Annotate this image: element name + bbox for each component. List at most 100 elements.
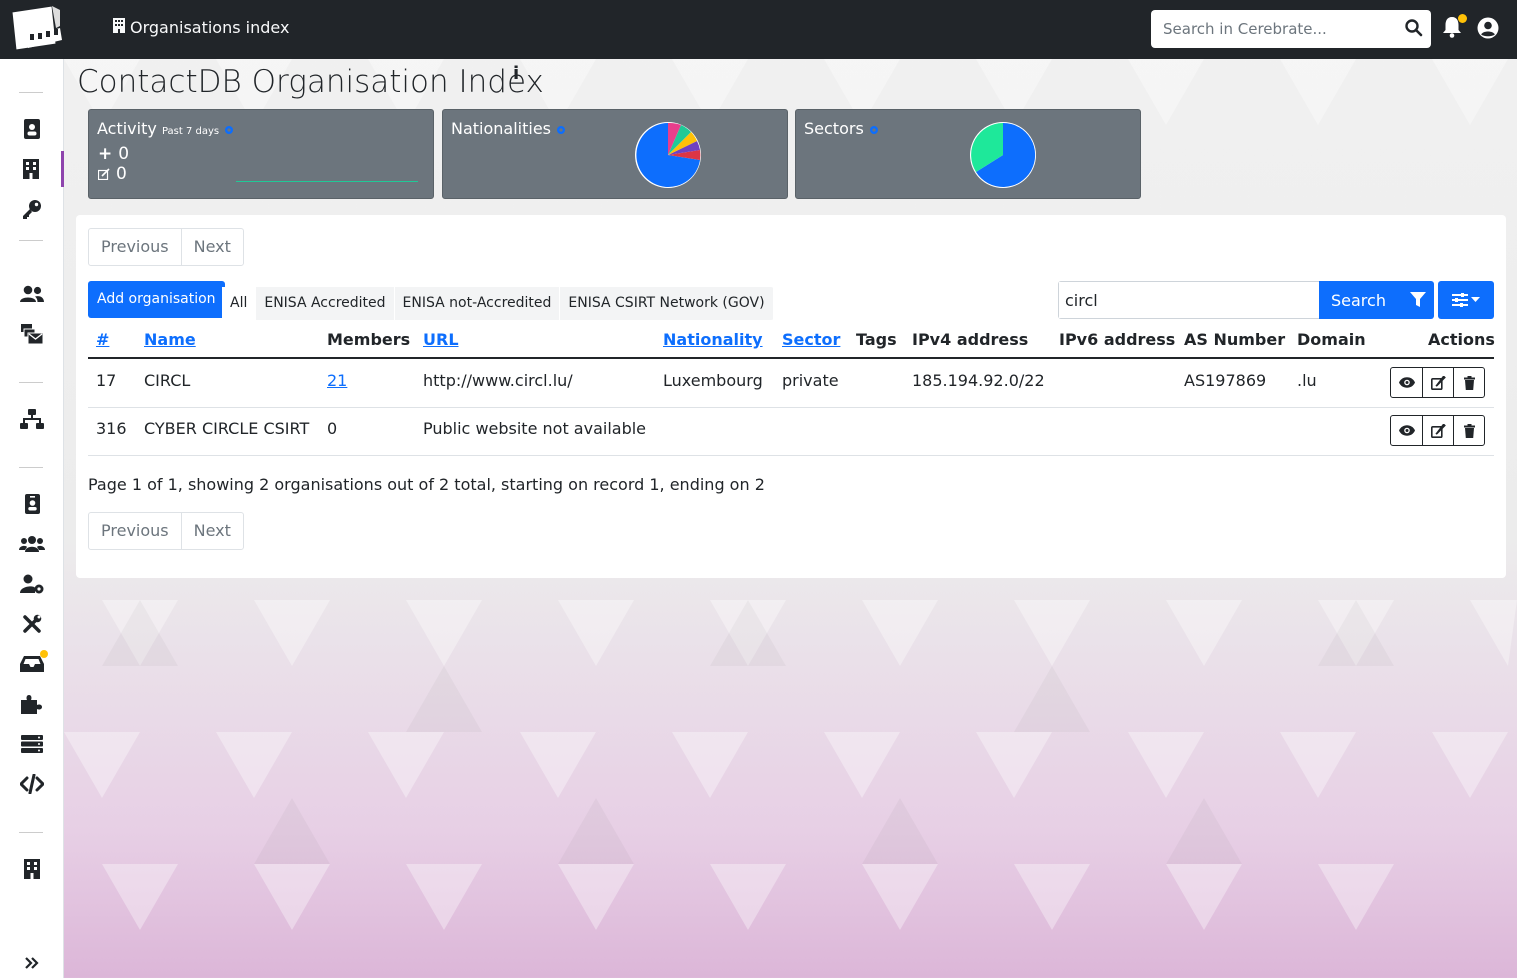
cell-as-number: AS197869 bbox=[1184, 371, 1267, 390]
delete-button[interactable] bbox=[1453, 416, 1484, 445]
cell-url: http://www.circl.lu/ bbox=[423, 371, 573, 390]
filter-icon bbox=[1409, 292, 1426, 307]
add-organisation-button[interactable]: Add organisation bbox=[88, 281, 225, 318]
column-header-members: Members bbox=[327, 330, 411, 349]
cell-members-link[interactable]: 21 bbox=[327, 371, 347, 390]
edit-button[interactable] bbox=[1422, 416, 1453, 445]
search-button[interactable]: Search bbox=[1319, 281, 1434, 319]
view-button[interactable] bbox=[1391, 368, 1422, 397]
top-navbar: Organisations index bbox=[0, 0, 1517, 59]
table-settings-dropdown[interactable] bbox=[1438, 281, 1494, 319]
previous-button[interactable]: Previous bbox=[89, 229, 181, 265]
delete-button[interactable] bbox=[1453, 368, 1484, 397]
table-search-input[interactable] bbox=[1059, 282, 1319, 318]
sidebar-separator bbox=[19, 92, 43, 93]
key-icon bbox=[23, 200, 41, 219]
tools-icon bbox=[23, 614, 42, 633]
organisations-panel: Previous Next Add organisation All ENISA… bbox=[76, 215, 1506, 578]
user-circle-icon[interactable] bbox=[1477, 17, 1499, 43]
next-button[interactable]: Next bbox=[180, 513, 243, 549]
sidebar-expand-toggle[interactable] bbox=[0, 945, 64, 978]
pagination-top: Previous Next bbox=[88, 228, 244, 266]
column-header-ipv6: IPv6 address bbox=[1059, 330, 1176, 349]
edit-button[interactable] bbox=[1422, 368, 1453, 397]
cell-id: 17 bbox=[96, 371, 117, 390]
sidebar-item-user-settings[interactable] bbox=[0, 566, 64, 602]
sidebar-item-api[interactable] bbox=[0, 766, 64, 802]
inbox-notification-dot bbox=[40, 650, 48, 658]
info-icon[interactable]: i bbox=[513, 63, 519, 84]
next-button[interactable]: Next bbox=[180, 229, 243, 265]
filter-all[interactable]: All bbox=[222, 287, 257, 320]
sectors-card-title: Sectors bbox=[804, 119, 879, 139]
user-group-icon bbox=[19, 536, 45, 552]
activity-modified-count: 0 bbox=[116, 164, 127, 184]
sidebar-item-mailing-lists[interactable] bbox=[0, 316, 64, 352]
column-header-name[interactable]: Name bbox=[144, 330, 196, 349]
sidebar-separator bbox=[19, 467, 43, 468]
sidebar-item-individuals[interactable] bbox=[0, 486, 64, 522]
column-header-actions: Actions bbox=[1428, 330, 1495, 349]
network-icon bbox=[20, 409, 44, 429]
sidebar-item-local-tools[interactable] bbox=[0, 686, 64, 722]
cog-icon[interactable] bbox=[556, 120, 566, 139]
cell-domain: .lu bbox=[1297, 371, 1317, 390]
puzzle-icon bbox=[21, 695, 42, 714]
global-search[interactable] bbox=[1151, 10, 1431, 48]
sidebar-item-sharing-groups[interactable] bbox=[0, 401, 64, 437]
sidebar-item-users[interactable] bbox=[0, 276, 64, 312]
sidebar-item-instance[interactable] bbox=[0, 726, 64, 762]
sectors-label: Sectors bbox=[804, 119, 864, 138]
cell-ipv4: 185.194.92.0/22 bbox=[912, 371, 1045, 390]
app-logo[interactable] bbox=[10, 4, 64, 54]
sidebar-item-inbox[interactable] bbox=[0, 646, 64, 682]
nationalities-pie-chart[interactable] bbox=[633, 120, 703, 190]
row-divider bbox=[88, 455, 1494, 456]
sectors-pie-chart[interactable] bbox=[968, 120, 1038, 190]
eye-icon bbox=[1398, 377, 1415, 388]
column-header-sector[interactable]: Sector bbox=[782, 330, 840, 349]
global-search-input[interactable] bbox=[1151, 20, 1396, 38]
trash-icon bbox=[1463, 423, 1475, 438]
building-icon bbox=[22, 159, 39, 179]
context-filters: All ENISA Accredited ENISA not-Accredite… bbox=[222, 287, 774, 320]
inbox-icon bbox=[20, 656, 44, 672]
sidebar-item-tools[interactable] bbox=[0, 606, 64, 642]
cog-icon[interactable] bbox=[869, 120, 879, 139]
column-header-id[interactable]: # bbox=[96, 330, 109, 349]
column-header-as-number: AS Number bbox=[1184, 330, 1286, 349]
code-icon bbox=[20, 774, 44, 794]
filter-enisa-csirt-network[interactable]: ENISA CSIRT Network (GOV) bbox=[560, 287, 774, 320]
column-header-nationality[interactable]: Nationality bbox=[663, 330, 763, 349]
id-badge-icon bbox=[24, 494, 40, 514]
pagination-bottom: Previous Next bbox=[88, 512, 244, 550]
breadcrumb-label: Organisations index bbox=[130, 18, 290, 37]
sidebar-item-organisations[interactable] bbox=[0, 151, 64, 187]
cell-url: Public website not available bbox=[423, 419, 647, 438]
filter-enisa-accredited[interactable]: ENISA Accredited bbox=[256, 287, 395, 320]
row-divider bbox=[88, 407, 1494, 408]
sidebar-item-keys[interactable] bbox=[0, 191, 64, 227]
edit-icon bbox=[1430, 375, 1446, 390]
filter-enisa-not-accredited[interactable]: ENISA not-Accredited bbox=[395, 287, 561, 320]
nationalities-card: Nationalities bbox=[442, 109, 788, 199]
sectors-card: Sectors bbox=[795, 109, 1141, 199]
trash-icon bbox=[1463, 375, 1475, 390]
cell-nationality: Luxembourg bbox=[663, 371, 763, 390]
activity-added-row: + 0 bbox=[98, 144, 129, 164]
sidebar bbox=[0, 59, 64, 978]
cog-icon[interactable] bbox=[224, 120, 234, 139]
users-icon bbox=[20, 285, 44, 302]
previous-button[interactable]: Previous bbox=[89, 513, 181, 549]
building-icon bbox=[113, 18, 125, 37]
view-button[interactable] bbox=[1391, 416, 1422, 445]
sidebar-item-contacts[interactable] bbox=[0, 111, 64, 147]
table-header-divider bbox=[88, 357, 1494, 359]
column-header-url[interactable]: URL bbox=[423, 330, 459, 349]
sidebar-item-user-groups[interactable] bbox=[0, 526, 64, 562]
breadcrumb[interactable]: Organisations index bbox=[113, 18, 289, 37]
sidebar-item-my-organisation[interactable] bbox=[0, 851, 64, 887]
row-actions bbox=[1390, 415, 1485, 446]
activity-modified-row: 0 bbox=[98, 164, 127, 184]
search-icon[interactable] bbox=[1405, 19, 1423, 41]
